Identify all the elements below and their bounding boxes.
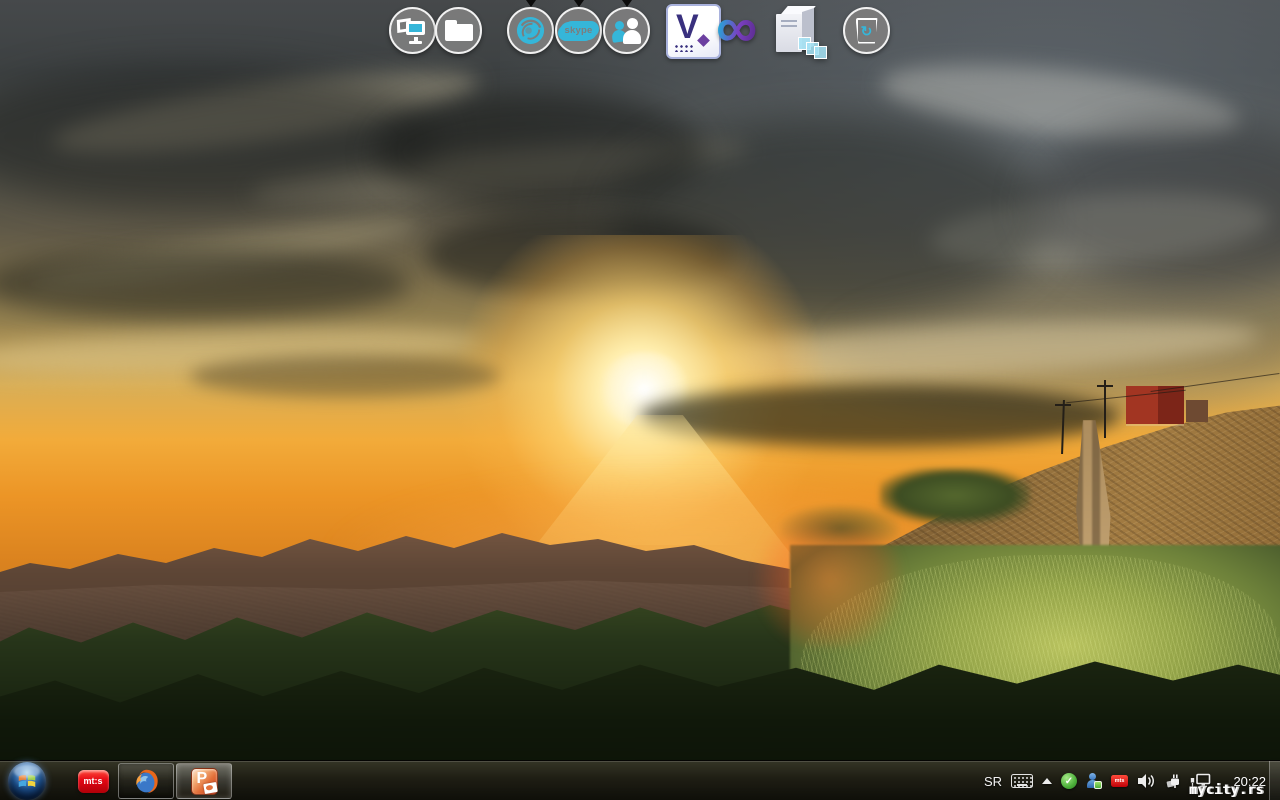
- messenger-status-icon[interactable]: [1086, 773, 1102, 789]
- running-indicator: [526, 0, 536, 7]
- volume-icon[interactable]: [1137, 773, 1156, 789]
- skype-label: skype: [564, 25, 593, 36]
- security-check-icon[interactable]: ✓: [1061, 773, 1077, 789]
- running-indicator: [574, 0, 584, 7]
- visual-studio-infinity-icon: ∞: [716, 0, 757, 60]
- show-desktop-button[interactable]: [1269, 761, 1280, 800]
- mts-modem-icon[interactable]: mts: [1111, 775, 1128, 787]
- visio-icon: V: [666, 4, 721, 59]
- keyboard-icon[interactable]: [1011, 774, 1033, 788]
- language-indicator[interactable]: SR: [984, 774, 1002, 789]
- visio-letter: V: [676, 8, 699, 46]
- recycle-arrows-glyph: ↻: [860, 22, 873, 39]
- dock-item-recycle-bin[interactable]: ↻: [843, 7, 890, 54]
- running-indicator: [622, 0, 632, 7]
- lens-flare: [742, 512, 917, 647]
- safely-remove-hardware-icon[interactable]: [1165, 773, 1181, 789]
- start-button[interactable]: [8, 762, 46, 800]
- mts-label: mt:s: [83, 776, 103, 786]
- dock: skype V ∞ ↻: [0, 0, 1280, 64]
- dock-item-skype[interactable]: skype: [555, 7, 602, 54]
- recycle-bin-icon: ↻: [855, 17, 878, 44]
- messenger-buddy-icon: [610, 17, 642, 45]
- dock-item-display[interactable]: [389, 7, 436, 54]
- wallpaper: [0, 0, 1280, 800]
- watermark: mycity.rs: [1189, 783, 1264, 798]
- dock-item-visio[interactable]: V: [666, 4, 721, 59]
- taskbar-item-powerpoint[interactable]: P: [176, 763, 232, 799]
- show-hidden-icons-arrow[interactable]: [1042, 778, 1052, 784]
- power-pole: [1104, 380, 1106, 438]
- windows-flag-icon: [18, 775, 36, 788]
- taskbar-item-mts[interactable]: mt:s: [76, 768, 110, 794]
- firefox-icon: [135, 769, 158, 793]
- skype-icon: skype: [560, 21, 597, 40]
- dock-item-my-computer[interactable]: [768, 3, 828, 59]
- powerpoint-icon: P: [190, 767, 218, 795]
- computer-tower-icon: [768, 3, 828, 59]
- desktop: skype V ∞ ↻ mt:s P SR ✓ mts 20:22 mycity…: [0, 0, 1280, 800]
- firefox-icon: [516, 16, 545, 45]
- dock-item-folder[interactable]: [435, 7, 482, 54]
- dark-cloud: [640, 385, 1120, 447]
- monitor-display-icon: [396, 17, 429, 44]
- folder-icon: [444, 20, 473, 41]
- taskbar-item-firefox[interactable]: [118, 763, 174, 799]
- dock-item-messenger[interactable]: [603, 7, 650, 54]
- taskbar: mt:s P SR ✓ mts 20:22: [0, 760, 1280, 800]
- mts-icon: mt:s: [77, 769, 109, 793]
- dock-item-visual-studio[interactable]: ∞: [716, 0, 757, 57]
- dark-cloud: [0, 248, 410, 320]
- dock-item-firefox[interactable]: [507, 7, 554, 54]
